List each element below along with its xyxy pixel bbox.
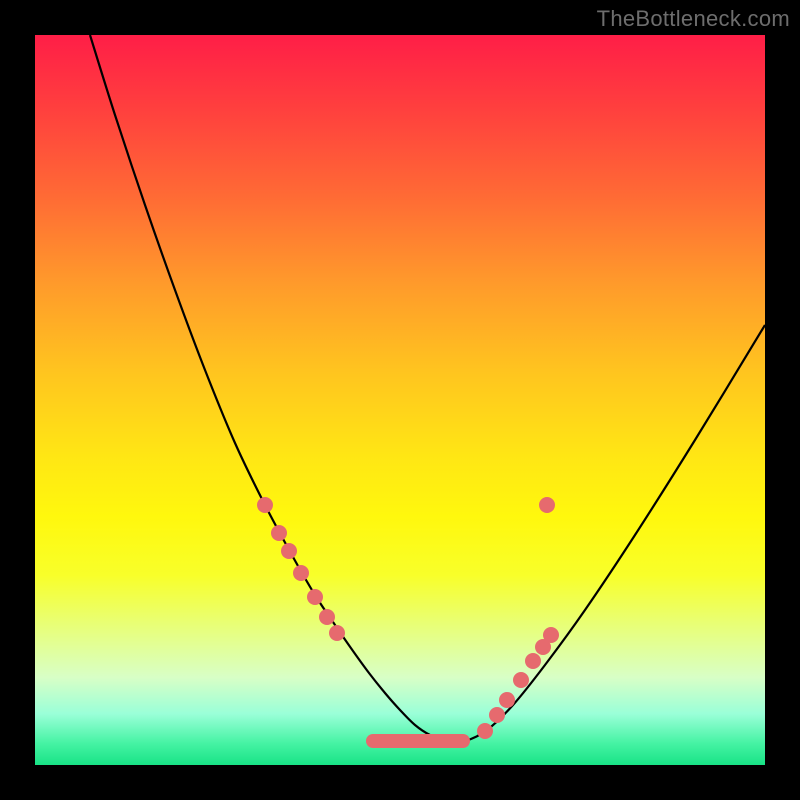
data-marker bbox=[489, 707, 505, 723]
watermark-text: TheBottleneck.com bbox=[597, 6, 790, 32]
data-marker bbox=[543, 627, 559, 643]
data-marker bbox=[319, 609, 335, 625]
data-marker bbox=[307, 589, 323, 605]
data-marker bbox=[513, 672, 529, 688]
bottleneck-curve bbox=[90, 35, 765, 742]
plot-area bbox=[35, 35, 765, 765]
data-marker bbox=[257, 497, 273, 513]
data-marker bbox=[281, 543, 297, 559]
data-marker bbox=[293, 565, 309, 581]
chart-frame: TheBottleneck.com bbox=[0, 0, 800, 800]
data-marker bbox=[539, 497, 555, 513]
data-marker bbox=[329, 625, 345, 641]
left-marker-cluster bbox=[257, 497, 345, 641]
data-marker bbox=[499, 692, 515, 708]
curve-svg bbox=[35, 35, 765, 765]
data-marker bbox=[477, 723, 493, 739]
right-marker-cluster bbox=[477, 497, 559, 739]
data-marker bbox=[271, 525, 287, 541]
data-marker bbox=[525, 653, 541, 669]
